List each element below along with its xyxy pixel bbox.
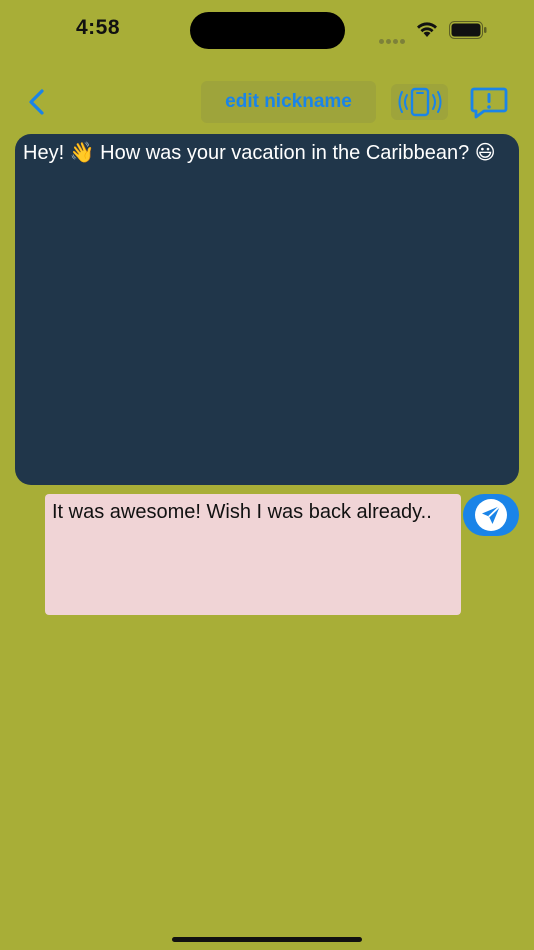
reply-input[interactable]: It was awesome! Wish I was back already.… [45,494,461,615]
incoming-message-panel: Hey! 👋 How was your vacation in the Cari… [15,134,519,485]
status-time: 4:58 [76,16,121,39]
cellular-dots-icon [379,31,407,49]
home-indicator [172,937,362,942]
phone-vibrate-icon [398,87,441,117]
battery-icon [449,21,487,39]
vibrate-button[interactable] [391,84,448,120]
send-button[interactable] [463,494,519,536]
report-bubble-icon [470,87,508,119]
back-button[interactable] [22,86,54,118]
paper-plane-icon [482,505,501,524]
wifi-icon [417,22,437,37]
edit-nickname-label: edit nickname [225,91,352,112]
status-bar: 4:58 [0,0,534,60]
incoming-message-text: Hey! 👋 How was your vacation in the Cari… [23,142,496,164]
chevron-left-icon [29,89,44,115]
dynamic-island [190,12,345,49]
report-button[interactable] [470,86,508,120]
reply-input-text: It was awesome! Wish I was back already.… [52,501,432,523]
edit-nickname-button[interactable]: edit nickname [201,81,376,123]
